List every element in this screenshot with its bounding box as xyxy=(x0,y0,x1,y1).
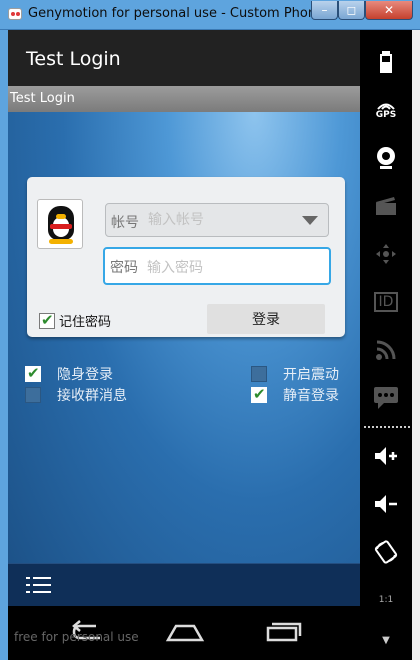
bottom-menu-bar xyxy=(8,563,360,606)
receive-group-messages-checkbox[interactable] xyxy=(25,387,41,403)
remember-password-label: 记住密码 xyxy=(59,315,112,330)
silent-login-checkbox[interactable] xyxy=(251,385,267,403)
personal-use-watermark: free for personal use xyxy=(14,630,139,644)
sms-message-icon[interactable] xyxy=(360,378,412,418)
action-bar: Test Login xyxy=(8,30,360,86)
subtitle-text: Test Login xyxy=(10,91,75,106)
genymotion-side-panel: GPS ID 1:1 ▼ xyxy=(360,30,420,660)
volume-up-icon[interactable] xyxy=(360,436,412,476)
account-field[interactable]: 帐号 xyxy=(105,203,329,237)
login-button[interactable]: 登录 xyxy=(207,304,325,334)
side-panel-scrollbar[interactable] xyxy=(412,30,420,660)
device-id-icon[interactable]: ID xyxy=(360,282,412,322)
silent-login-label: 静音登录 xyxy=(283,388,339,404)
qq-penguin-avatar[interactable] xyxy=(37,199,83,249)
scroll-down-arrow-icon[interactable]: ▼ xyxy=(360,628,412,652)
invisible-login-checkbox[interactable] xyxy=(25,364,41,382)
option-vibration[interactable]: 开启震动 xyxy=(251,364,339,384)
option-silent-login[interactable]: 静音登录 xyxy=(251,385,339,405)
remember-password-row[interactable]: 记住密码 xyxy=(39,310,111,330)
gps-icon[interactable]: GPS xyxy=(360,90,412,130)
video-capture-icon[interactable] xyxy=(360,186,412,226)
password-input[interactable] xyxy=(147,256,297,280)
recent-apps-icon[interactable] xyxy=(260,616,306,646)
minimize-button[interactable]: – xyxy=(311,1,338,20)
device-id-label: ID xyxy=(373,292,399,312)
window-titlebar: Genymotion for personal use - Custom Pho… xyxy=(0,0,420,30)
window-frame xyxy=(0,30,8,660)
option-receive-group-messages[interactable]: 接收群消息 xyxy=(25,385,127,405)
rotate-screen-icon[interactable] xyxy=(360,532,412,572)
dpad-icon[interactable] xyxy=(360,234,412,274)
invisible-login-label: 隐身登录 xyxy=(57,367,113,383)
receive-group-messages-label: 接收群消息 xyxy=(57,388,127,404)
genymotion-app-icon xyxy=(8,8,22,20)
account-input[interactable] xyxy=(148,208,298,232)
list-menu-icon[interactable] xyxy=(26,577,52,595)
option-invisible-login[interactable]: 隐身登录 xyxy=(25,364,113,384)
password-label: 密码 xyxy=(110,260,138,276)
webcam-icon[interactable] xyxy=(360,138,412,178)
home-icon[interactable] xyxy=(162,616,208,646)
subtitle-bar: Test Login xyxy=(8,86,360,112)
close-button[interactable]: ✕ xyxy=(365,1,413,20)
account-label: 帐号 xyxy=(111,215,139,231)
window-title: Genymotion for personal use - Custom Pho… xyxy=(28,6,341,21)
battery-icon[interactable] xyxy=(360,42,412,82)
vibration-checkbox[interactable] xyxy=(251,366,267,382)
volume-down-icon[interactable] xyxy=(360,484,412,524)
action-bar-title: Test Login xyxy=(26,48,121,70)
android-screen: Test Login Test Login 帐号 密码 记住密码 登录 隐身登录… xyxy=(8,30,360,660)
chevron-down-icon[interactable] xyxy=(302,216,318,225)
rss-network-icon[interactable] xyxy=(360,330,412,370)
pixel-perfect-scale-icon[interactable]: 1:1 xyxy=(360,580,412,620)
scale-label: 1:1 xyxy=(378,595,394,605)
vibration-label: 开启震动 xyxy=(283,367,339,383)
maximize-button[interactable]: ◻ xyxy=(338,1,365,20)
gps-label: GPS xyxy=(375,110,397,120)
side-divider xyxy=(364,426,410,428)
password-field[interactable]: 密码 xyxy=(103,247,331,285)
android-navigation-bar: free for personal use xyxy=(8,606,360,660)
login-card: 帐号 密码 记住密码 登录 xyxy=(27,177,345,337)
remember-password-checkbox[interactable] xyxy=(39,311,55,329)
